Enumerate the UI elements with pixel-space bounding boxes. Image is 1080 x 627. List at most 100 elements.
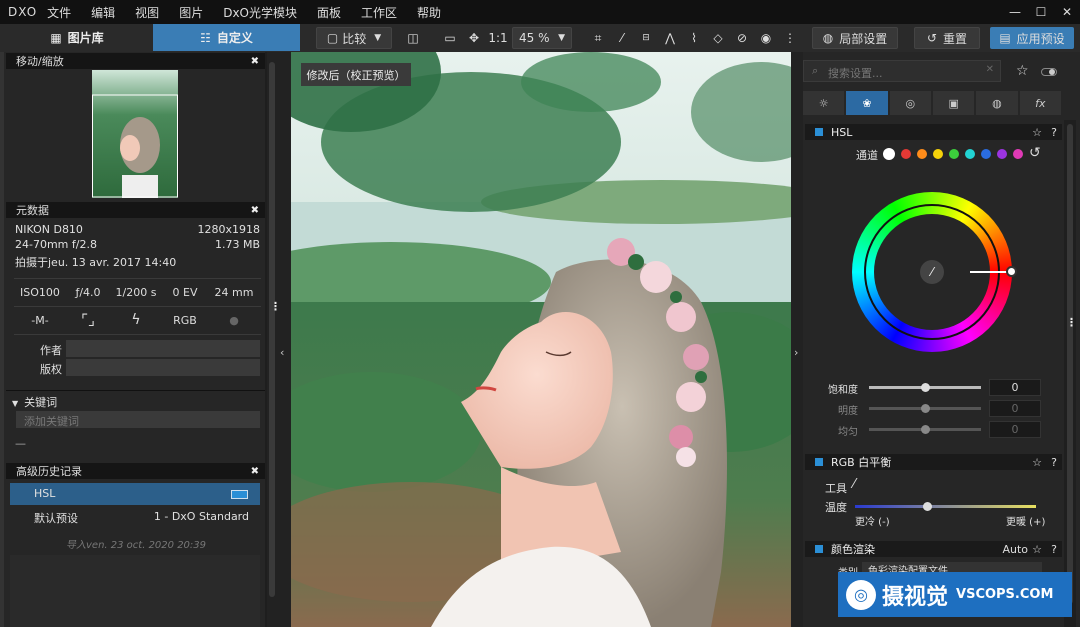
left-collapse-strip[interactable]: ‹ <box>277 52 291 627</box>
reset-icon[interactable]: ↺ <box>1029 145 1041 161</box>
help-icon[interactable]: ? <box>1051 456 1057 469</box>
enable-checkbox[interactable] <box>815 545 823 553</box>
channel-dot[interactable] <box>997 149 1007 159</box>
lightness-slider[interactable] <box>869 404 981 413</box>
tab-library[interactable]: ▦ 图片库 <box>2 24 152 51</box>
channel-dot[interactable] <box>981 149 991 159</box>
maximize-icon[interactable]: ☐ <box>1028 0 1054 24</box>
author-input[interactable] <box>66 340 260 357</box>
close-icon[interactable]: ✕ <box>1054 0 1080 24</box>
clear-icon[interactable]: ✕ <box>986 64 994 75</box>
toggle-icon[interactable] <box>231 490 248 499</box>
close-icon[interactable]: ✖ <box>251 466 259 477</box>
perspective-icon[interactable]: ⋀ <box>660 27 680 49</box>
settings-search[interactable]: ⌕ 搜索设置... ✕ <box>803 60 1001 82</box>
detail-tab-icon[interactable]: ◎ <box>889 91 931 115</box>
menu-panels[interactable]: 面板 <box>317 4 341 21</box>
keywords-header[interactable]: ▼ 关键词 <box>12 394 57 410</box>
channel-dot[interactable] <box>949 149 959 159</box>
menu-view[interactable]: 视图 <box>135 4 159 21</box>
star-icon[interactable]: ☆ <box>1032 456 1042 469</box>
metadata-header[interactable]: 元数据 ✖ <box>6 202 265 218</box>
help-icon[interactable]: ? <box>1051 126 1057 139</box>
hsl-header[interactable]: HSL ☆? <box>805 124 1062 140</box>
saturation-slider[interactable] <box>869 383 981 392</box>
chevron-right-icon[interactable]: › <box>794 346 798 359</box>
color-wheel[interactable]: ⁄ <box>852 192 1017 352</box>
fit-icon[interactable]: ▭ <box>440 27 460 49</box>
lightness-value[interactable]: 0 <box>989 400 1041 417</box>
channel-selector[interactable] <box>883 148 1029 160</box>
zoom-select[interactable]: 45 % ▼ <box>512 27 572 49</box>
saturation-value[interactable]: 0 <box>989 379 1041 396</box>
crop-icon[interactable]: ⌗ <box>588 27 608 49</box>
channel-dot[interactable] <box>1013 149 1023 159</box>
uniformity-knob[interactable] <box>921 425 930 434</box>
main-photo[interactable] <box>291 52 799 627</box>
star-icon[interactable]: ☆ <box>1016 63 1029 79</box>
channel-dot[interactable] <box>933 149 943 159</box>
chevron-left-icon[interactable]: ‹ <box>280 346 284 359</box>
enable-checkbox[interactable] <box>815 128 823 136</box>
temperature-slider[interactable] <box>855 502 1036 511</box>
menu-image[interactable]: 图片 <box>179 4 203 21</box>
navigator-thumbnail[interactable] <box>92 70 178 198</box>
move-zoom-header[interactable]: 移动/缩放 ✖ <box>6 53 265 69</box>
grip-icon[interactable]: ⋮ <box>1066 316 1077 329</box>
eye-icon[interactable]: ◉ <box>756 27 776 49</box>
panel-grip-icon[interactable]: ⋮ <box>270 300 281 313</box>
channel-dot[interactable] <box>965 149 975 159</box>
white-balance-header[interactable]: RGB 白平衡 ☆? <box>805 454 1062 470</box>
menu-edit[interactable]: 编辑 <box>91 4 115 21</box>
color-tab-icon[interactable]: ❀ <box>846 91 888 115</box>
move-icon[interactable]: ✥ <box>464 27 484 49</box>
history-row-selected[interactable]: HSL <box>10 483 260 505</box>
eyedropper-icon[interactable]: ⁄ <box>853 477 855 492</box>
local-tab-icon[interactable]: ◍ <box>976 91 1018 115</box>
color-render-header[interactable]: 颜色渲染 Auto ☆? <box>805 541 1062 557</box>
history-row[interactable]: 默认预设 1 - DxO Standard <box>10 506 260 528</box>
eyedropper-icon[interactable]: ⁄ <box>920 260 944 284</box>
keyword-input[interactable]: 添加关键词 <box>16 411 260 428</box>
horizon-icon[interactable]: ⊟ <box>636 27 656 49</box>
right-scrollbar[interactable]: ⋮ <box>1064 120 1077 627</box>
menu-workspace[interactable]: 工作区 <box>361 4 397 21</box>
apply-preset-button[interactable]: ▤ 应用预设 <box>990 27 1074 49</box>
menu-optics[interactable]: DxO光学模块 <box>223 4 297 21</box>
uniformity-value[interactable]: 0 <box>989 421 1041 438</box>
eyedropper-icon[interactable]: ⁄ <box>612 27 632 49</box>
right-collapse-strip[interactable]: › <box>791 52 803 627</box>
enable-checkbox[interactable] <box>815 458 823 466</box>
temperature-knob[interactable] <box>923 502 932 511</box>
left-scrollbar[interactable] <box>267 52 277 627</box>
reset-button[interactable]: ↺ 重置 <box>914 27 980 49</box>
star-icon[interactable]: ☆ <box>1032 543 1042 556</box>
local-adjust-button[interactable]: ◍ 局部设置 <box>812 27 898 49</box>
uniformity-slider[interactable] <box>869 425 981 434</box>
channel-dot[interactable] <box>883 148 895 160</box>
menu-file[interactable]: 文件 <box>47 4 71 21</box>
fx-tab-icon[interactable]: fx <box>1019 91 1061 115</box>
channel-dot[interactable] <box>901 149 911 159</box>
close-icon[interactable]: ✖ <box>251 56 259 67</box>
saturation-knob[interactable] <box>921 383 930 392</box>
close-icon[interactable]: ✖ <box>251 205 259 216</box>
tab-customize[interactable]: ☷ 自定义 <box>153 24 300 51</box>
history-header[interactable]: 高级历史记录 ✖ <box>6 463 265 479</box>
menu-help[interactable]: 帮助 <box>417 4 441 21</box>
lightness-knob[interactable] <box>921 404 930 413</box>
split-view-icon[interactable]: ◫ <box>402 27 424 49</box>
toggle-icon[interactable] <box>1041 68 1057 76</box>
compare-button[interactable]: ▢ 比较 ▼ <box>316 27 392 49</box>
light-tab-icon[interactable]: ☼ <box>803 91 845 115</box>
copyright-input[interactable] <box>66 359 260 376</box>
overlay-icon[interactable]: ⋮ <box>780 27 800 49</box>
help-icon[interactable]: ? <box>1051 543 1057 556</box>
geometry-tab-icon[interactable]: ▣ <box>932 91 975 115</box>
star-icon[interactable]: ☆ <box>1032 126 1042 139</box>
volume-deformation-icon[interactable]: ⌇ <box>684 27 704 49</box>
repair-icon[interactable]: ⊘ <box>732 27 752 49</box>
warp-icon[interactable]: ◇ <box>708 27 728 49</box>
minimize-icon[interactable]: — <box>1002 0 1028 24</box>
channel-dot[interactable] <box>917 149 927 159</box>
